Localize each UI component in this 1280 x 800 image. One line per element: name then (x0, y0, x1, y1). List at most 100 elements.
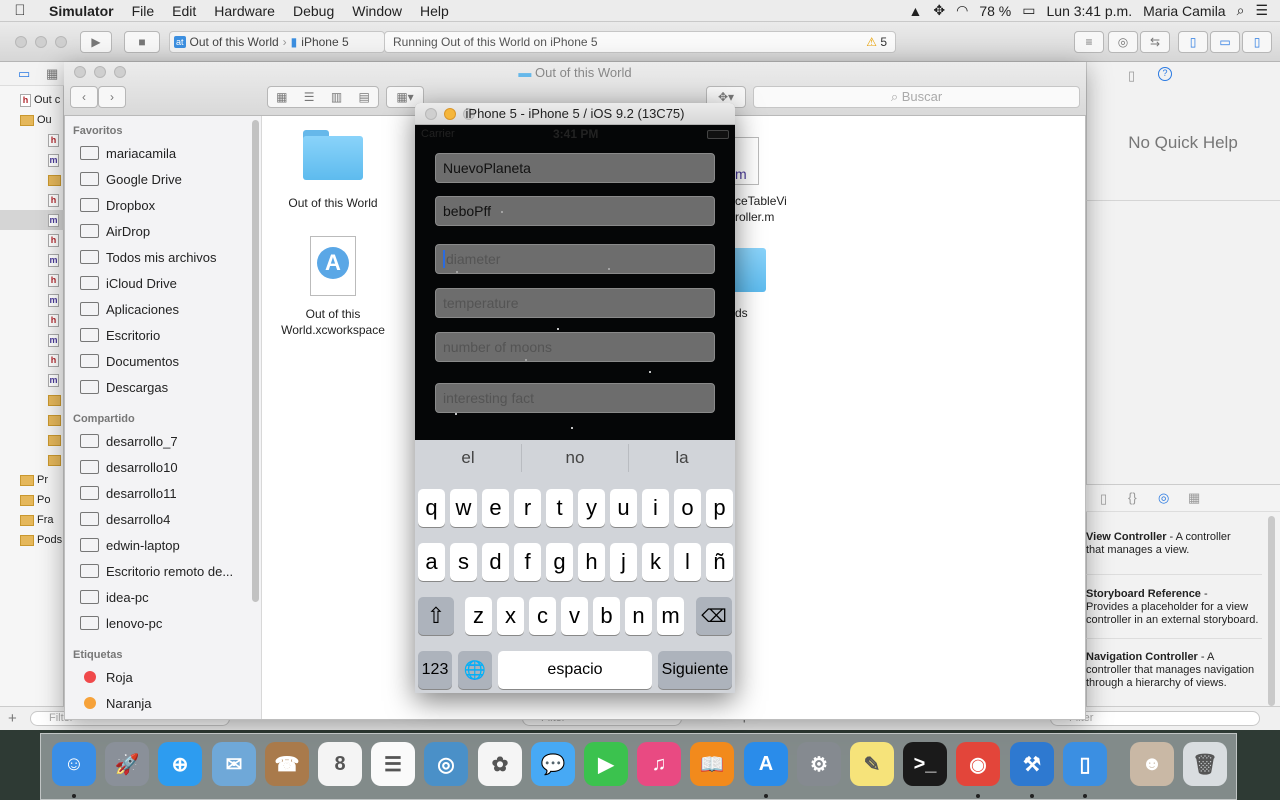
key-p[interactable]: p (706, 489, 733, 527)
tree-item[interactable]: h (0, 270, 64, 290)
preview-icon[interactable]: ✉ (212, 742, 256, 786)
column-view-icon[interactable]: ▥ (331, 90, 342, 104)
key-v[interactable]: v (561, 597, 588, 635)
tree-item[interactable]: m (0, 330, 64, 350)
key-n[interactable]: n (625, 597, 652, 635)
itunes-icon[interactable]: ♫ (637, 742, 681, 786)
sidebar-item-folder[interactable]: Google Drive (80, 168, 182, 190)
key-j[interactable]: j (610, 543, 637, 581)
tree-item[interactable]: h (0, 130, 64, 150)
view-mode-buttons[interactable]: ▦ ☰ ▥ ▤ (267, 86, 379, 108)
file-template-icon[interactable]: ▯ (1100, 491, 1107, 507)
temperature-field[interactable]: temperature (435, 288, 715, 318)
sidebar-item-shared[interactable]: desarrollo11 (80, 482, 177, 504)
key-e[interactable]: e (482, 489, 509, 527)
tree-item[interactable]: Po (0, 490, 64, 510)
run-button[interactable]: ▶ (80, 31, 112, 53)
tree-item[interactable] (0, 450, 64, 470)
back-button[interactable]: ‹ (70, 86, 98, 108)
warning-count[interactable]: ⚠ 5 (866, 35, 887, 49)
sidebar-tag[interactable]: Roja (84, 666, 133, 688)
list-view-icon[interactable]: ☰ (304, 90, 315, 104)
sidebar-scrollbar[interactable] (252, 120, 259, 602)
notification-center-icon[interactable]: ☰ (1255, 2, 1268, 19)
symbol-icon[interactable]: ▦ (46, 66, 58, 82)
sidebar-item-documents[interactable]: Documentos (80, 350, 179, 372)
quick-help-icon[interactable]: ? (1158, 67, 1172, 81)
sidebar-item-shared[interactable]: Escritorio remoto de... (80, 560, 233, 582)
key-c[interactable]: c (529, 597, 556, 635)
cover-flow-icon[interactable]: ▤ (358, 90, 369, 104)
sidebar-item-home[interactable]: mariacamila (80, 142, 176, 164)
key-f[interactable]: f (514, 543, 541, 581)
sidebar-item-shared[interactable]: idea-pc (80, 586, 149, 608)
globe-key[interactable]: 🌐 (458, 651, 492, 689)
finder-search-field[interactable]: ⌕ Buscar (753, 86, 1080, 108)
numbers-key[interactable]: 123 (418, 651, 452, 689)
key-l[interactable]: l (674, 543, 701, 581)
tree-item[interactable]: Ou (0, 110, 64, 130)
key-k[interactable]: k (642, 543, 669, 581)
xcode-minimize-button[interactable] (35, 36, 47, 48)
sidebar-item-shared[interactable]: desarrollo4 (80, 508, 170, 530)
forward-button[interactable]: › (98, 86, 126, 108)
menu-file[interactable]: File (123, 3, 164, 19)
battery-percent[interactable]: 78 % (979, 3, 1011, 19)
key-g[interactable]: g (546, 543, 573, 581)
tree-item[interactable]: h (0, 350, 64, 370)
add-icon[interactable]: + (8, 710, 17, 727)
sidebar-item-icloud[interactable]: iCloud Drive (80, 272, 177, 294)
simulator-icon[interactable]: ▯ (1063, 742, 1107, 786)
tree-item[interactable] (0, 170, 64, 190)
menu-window[interactable]: Window (343, 3, 411, 19)
sidebar-tag[interactable]: Naranja (84, 692, 152, 714)
library-item-navigation-controller[interactable]: Navigation Controller - A controller tha… (1086, 651, 1264, 690)
sidebar-item-desktop[interactable]: Escritorio (80, 324, 160, 346)
tree-item[interactable]: Pr (0, 470, 64, 490)
object-library-icon[interactable]: ◎ (1158, 490, 1169, 506)
tree-item[interactable]: Pods (0, 530, 64, 550)
finder-icon[interactable]: ☺ (52, 742, 96, 786)
planet-name-field[interactable]: NuevoPlaneta (435, 153, 715, 183)
library-item-storyboard-reference[interactable]: Storyboard Reference - Provides a placeh… (1086, 588, 1264, 627)
file-item-folder-pods[interactable]: ds (735, 305, 748, 321)
photos-icon[interactable]: ✿ (478, 742, 522, 786)
return-key[interactable]: Siguiente (658, 651, 732, 689)
spotlight-icon[interactable]: ⌕ (1237, 2, 1245, 19)
tree-item[interactable]: h (0, 230, 64, 250)
key-i[interactable]: i (642, 489, 669, 527)
wifi-icon[interactable]: ◠ (956, 2, 968, 19)
assistant-editor-button[interactable]: ◎ (1108, 31, 1138, 53)
calendar-icon[interactable]: 8 (318, 742, 362, 786)
key-o[interactable]: o (674, 489, 701, 527)
xcode-zoom-button[interactable] (55, 36, 67, 48)
key-q[interactable]: q (418, 489, 445, 527)
sidebar-item-shared[interactable]: desarrollo10 (80, 456, 178, 478)
toggle-utilities-button[interactable]: ▯ (1242, 31, 1272, 53)
menu-help[interactable]: Help (411, 3, 458, 19)
xcode-icon[interactable]: ⚒ (1010, 742, 1054, 786)
key-d[interactable]: d (482, 543, 509, 581)
code-snippet-icon[interactable]: {} (1128, 490, 1137, 505)
delete-key[interactable]: ⌫ (696, 597, 732, 635)
tree-item[interactable]: h Out c (0, 90, 64, 110)
key-z[interactable]: z (465, 597, 492, 635)
file-item-folder[interactable]: Out of this World (275, 130, 391, 211)
apple-icon[interactable]:  (0, 2, 40, 19)
ibooks-icon[interactable]: 📖 (690, 742, 734, 786)
scheme-target[interactable]: Out of this World (190, 35, 279, 49)
scheme-device[interactable]: iPhone 5 (301, 35, 348, 49)
key-s[interactable]: s (450, 543, 477, 581)
tree-item[interactable]: m (0, 250, 64, 270)
shift-key[interactable]: ⇧ (418, 597, 454, 635)
menu-edit[interactable]: Edit (163, 3, 205, 19)
diameter-field[interactable]: diameter (435, 244, 715, 274)
tree-item[interactable]: m (0, 370, 64, 390)
dropbox-icon[interactable]: ✥ (933, 2, 945, 19)
tree-item[interactable]: m (0, 210, 64, 230)
stop-button[interactable]: ■ (124, 31, 160, 53)
interesting-fact-field[interactable]: interesting fact (435, 383, 715, 413)
moons-field[interactable]: number of moons (435, 332, 715, 362)
version-editor-button[interactable]: ⇆ (1140, 31, 1170, 53)
tree-item[interactable]: h (0, 310, 64, 330)
